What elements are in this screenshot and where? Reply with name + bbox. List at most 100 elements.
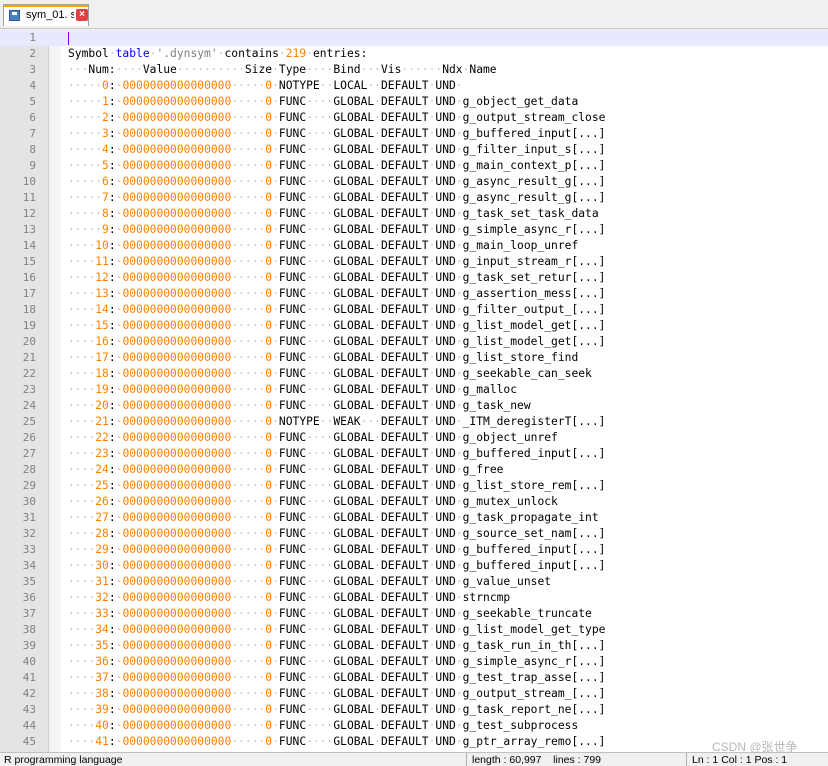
line-code: ·····4:·0000000000000000·····0·FUNC····G… xyxy=(68,143,606,156)
symbol-row[interactable]: 9 ·····5:·0000000000000000·····0·FUNC····… xyxy=(0,158,828,174)
status-length: length : 60,997 xyxy=(472,754,542,766)
symbol-row[interactable]: 33 ····29:·0000000000000000·····0·FUNC···… xyxy=(0,542,828,558)
line-code: ····30:·0000000000000000·····0·FUNC····G… xyxy=(68,559,606,572)
symbol-row[interactable]: 34 ····30:·0000000000000000·····0·FUNC···… xyxy=(0,558,828,574)
line-code: ····33:·0000000000000000·····0·FUNC····G… xyxy=(68,607,592,620)
line-code: ····32:·0000000000000000·····0·FUNC····G… xyxy=(68,591,511,604)
symbol-row[interactable]: 31 ····27:·0000000000000000·····0·FUNC···… xyxy=(0,510,828,526)
symbol-row[interactable]: 35 ····31:·0000000000000000·····0·FUNC···… xyxy=(0,574,828,590)
symbol-row[interactable]: 42 ····38:·0000000000000000·····0·FUNC···… xyxy=(0,686,828,702)
symbol-row[interactable]: 36 ····32:·0000000000000000·····0·FUNC···… xyxy=(0,590,828,606)
line-code: ····16:·0000000000000000·····0·FUNC····G… xyxy=(68,335,606,348)
line-code: ····22:·0000000000000000·····0·FUNC····G… xyxy=(68,431,558,444)
tab-title[interactable]: sym_01. s xyxy=(26,9,74,21)
editor-line[interactable]: 1 xyxy=(0,30,828,46)
symbol-row[interactable]: 20 ····16:·0000000000000000·····0·FUNC···… xyxy=(0,334,828,350)
symbol-row[interactable]: 24 ····20:·0000000000000000·····0·FUNC···… xyxy=(0,398,828,414)
symbol-row[interactable]: 12 ·····8:·0000000000000000·····0·FUNC···… xyxy=(0,206,828,222)
symbol-row[interactable]: 43 ····39:·0000000000000000·····0·FUNC···… xyxy=(0,702,828,718)
line-number: 16 xyxy=(22,271,36,284)
line-code: ····18:·0000000000000000·····0·FUNC····G… xyxy=(68,367,592,380)
line-number: 45 xyxy=(22,735,36,748)
line-code: ·····8:·0000000000000000·····0·FUNC····G… xyxy=(68,207,599,220)
symbol-row[interactable]: 23 ····19:·0000000000000000·····0·FUNC···… xyxy=(0,382,828,398)
symbol-row[interactable]: 8 ·····4:·0000000000000000·····0·FUNC····… xyxy=(0,142,828,158)
line-number: 31 xyxy=(22,511,36,524)
status-position: Ln : 1 Col : 1 Pos : 1 xyxy=(692,754,788,766)
line-number: 13 xyxy=(22,223,36,236)
line-number: 17 xyxy=(22,287,36,300)
line-number: 21 xyxy=(22,351,36,364)
symbol-row[interactable]: 14 ····10:·0000000000000000·····0·FUNC···… xyxy=(0,238,828,254)
symbol-row[interactable]: 10 ·····6:·0000000000000000·····0·FUNC···… xyxy=(0,174,828,190)
line-code: ····40:·0000000000000000·····0·FUNC····G… xyxy=(68,719,579,732)
symbol-row[interactable]: 22 ····18:·0000000000000000·····0·FUNC···… xyxy=(0,366,828,382)
symbol-row[interactable]: 39 ····35:·0000000000000000·····0·FUNC···… xyxy=(0,638,828,654)
symbol-row[interactable]: 27 ····23:·0000000000000000·····0·FUNC···… xyxy=(0,446,828,462)
symbol-row[interactable]: 38 ····34:·0000000000000000·····0·FUNC···… xyxy=(0,622,828,638)
line-code: ·····2:·0000000000000000·····0·FUNC····G… xyxy=(68,111,606,124)
symbol-row[interactable]: 40 ····36:·0000000000000000·····0·FUNC···… xyxy=(0,654,828,670)
symbol-row[interactable]: 11 ·····7:·0000000000000000·····0·FUNC···… xyxy=(0,190,828,206)
symbol-row[interactable]: 6 ·····2:·0000000000000000·····0·FUNC····… xyxy=(0,110,828,126)
symbol-row[interactable]: 17 ····13:·0000000000000000·····0·FUNC···… xyxy=(0,286,828,302)
line-code: ····31:·0000000000000000·····0·FUNC····G… xyxy=(68,575,552,588)
line-number: 30 xyxy=(22,495,36,508)
symbol-row[interactable]: 30 ····26:·0000000000000000·····0·FUNC···… xyxy=(0,494,828,510)
line-number: 18 xyxy=(22,303,36,316)
symbol-row[interactable]: 26 ····22:·0000000000000000·····0·FUNC···… xyxy=(0,430,828,446)
line-number: 12 xyxy=(22,207,36,220)
symbol-row[interactable]: 28 ····24:·0000000000000000·····0·FUNC···… xyxy=(0,462,828,478)
line-number: 19 xyxy=(22,319,36,332)
line-code: ·····9:·0000000000000000·····0·FUNC····G… xyxy=(68,223,606,236)
line-number: 36 xyxy=(22,591,36,604)
line-code: ····21:·0000000000000000·····0·NOTYPE··W… xyxy=(68,415,606,428)
line-code: ····34:·0000000000000000·····0·FUNC····G… xyxy=(68,623,606,636)
watermark: CSDN @张世争 xyxy=(712,740,798,754)
status-length-lines: length : 60,997 lines : 799 xyxy=(472,754,601,766)
line-code: ···Num:····Value··········Size·Type····B… xyxy=(68,63,497,76)
close-icon[interactable]: × xyxy=(76,9,88,21)
line-number: 20 xyxy=(22,335,36,348)
line-code: ····13:·0000000000000000·····0·FUNC····G… xyxy=(68,287,606,300)
line-code: ····12:·0000000000000000·····0·FUNC····G… xyxy=(68,271,606,284)
tab-bar: sym_01. s × xyxy=(0,0,828,29)
symbol-row[interactable]: 4 ·····0:·0000000000000000·····0·NOTYPE··… xyxy=(0,78,828,94)
save-disk-icon xyxy=(9,10,20,21)
line-number: 39 xyxy=(22,639,36,652)
line-number: 27 xyxy=(22,447,36,460)
line-number: 38 xyxy=(22,623,36,636)
symbol-row[interactable]: 19 ····15:·0000000000000000·····0·FUNC···… xyxy=(0,318,828,334)
text-area[interactable]: 1 2 Symbol·table·'.dynsym'·contains·219·en… xyxy=(0,30,828,750)
symbol-row[interactable]: 25 ····21:·0000000000000000·····0·NOTYPE·… xyxy=(0,414,828,430)
symbol-row[interactable]: 15 ····11:·0000000000000000·····0·FUNC···… xyxy=(0,254,828,270)
symbol-row[interactable]: 29 ····25:·0000000000000000·····0·FUNC···… xyxy=(0,478,828,494)
symbol-row[interactable]: 21 ····17:·0000000000000000·····0·FUNC···… xyxy=(0,350,828,366)
line-code: ·····7:·0000000000000000·····0·FUNC····G… xyxy=(68,191,606,204)
line-number: 11 xyxy=(22,191,36,204)
symbol-row[interactable]: 45 ····41:·0000000000000000·····0·FUNC···… xyxy=(0,734,828,750)
editor-pane[interactable]: 1 2 Symbol·table·'.dynsym'·contains·219·en… xyxy=(0,30,828,752)
line-number: 28 xyxy=(22,463,36,476)
line-code: ····27:·0000000000000000·····0·FUNC····G… xyxy=(68,511,599,524)
line-number: 25 xyxy=(22,415,36,428)
symbol-row[interactable]: 7 ·····3:·0000000000000000·····0·FUNC····… xyxy=(0,126,828,142)
tab-sym-01[interactable]: sym_01. s × xyxy=(3,4,89,26)
symbol-row[interactable]: 18 ····14:·0000000000000000·····0·FUNC···… xyxy=(0,302,828,318)
line-number: 40 xyxy=(22,655,36,668)
status-divider xyxy=(686,753,687,766)
line-number: 5 xyxy=(29,95,36,108)
symbol-row[interactable]: 13 ·····9:·0000000000000000·····0·FUNC···… xyxy=(0,222,828,238)
symbol-row[interactable]: 37 ····33:·0000000000000000·····0·FUNC···… xyxy=(0,606,828,622)
symbol-table-summary[interactable]: 2 Symbol·table·'.dynsym'·contains·219·ent… xyxy=(0,46,828,62)
symbol-row[interactable]: 41 ····37:·0000000000000000·····0·FUNC···… xyxy=(0,670,828,686)
column-header-row[interactable]: 3 ···Num:····Value··········Size·Type····… xyxy=(0,62,828,78)
line-number: 26 xyxy=(22,431,36,444)
symbol-row[interactable]: 44 ····40:·0000000000000000·····0·FUNC···… xyxy=(0,718,828,734)
symbol-row[interactable]: 32 ····28:·0000000000000000·····0·FUNC···… xyxy=(0,526,828,542)
line-code: ····17:·0000000000000000·····0·FUNC····G… xyxy=(68,351,579,364)
symbol-row[interactable]: 16 ····12:·0000000000000000·····0·FUNC···… xyxy=(0,270,828,286)
line-number: 4 xyxy=(29,79,36,92)
symbol-row[interactable]: 5 ·····1:·0000000000000000·····0·FUNC····… xyxy=(0,94,828,110)
line-code: ····38:·0000000000000000·····0·FUNC····G… xyxy=(68,687,606,700)
